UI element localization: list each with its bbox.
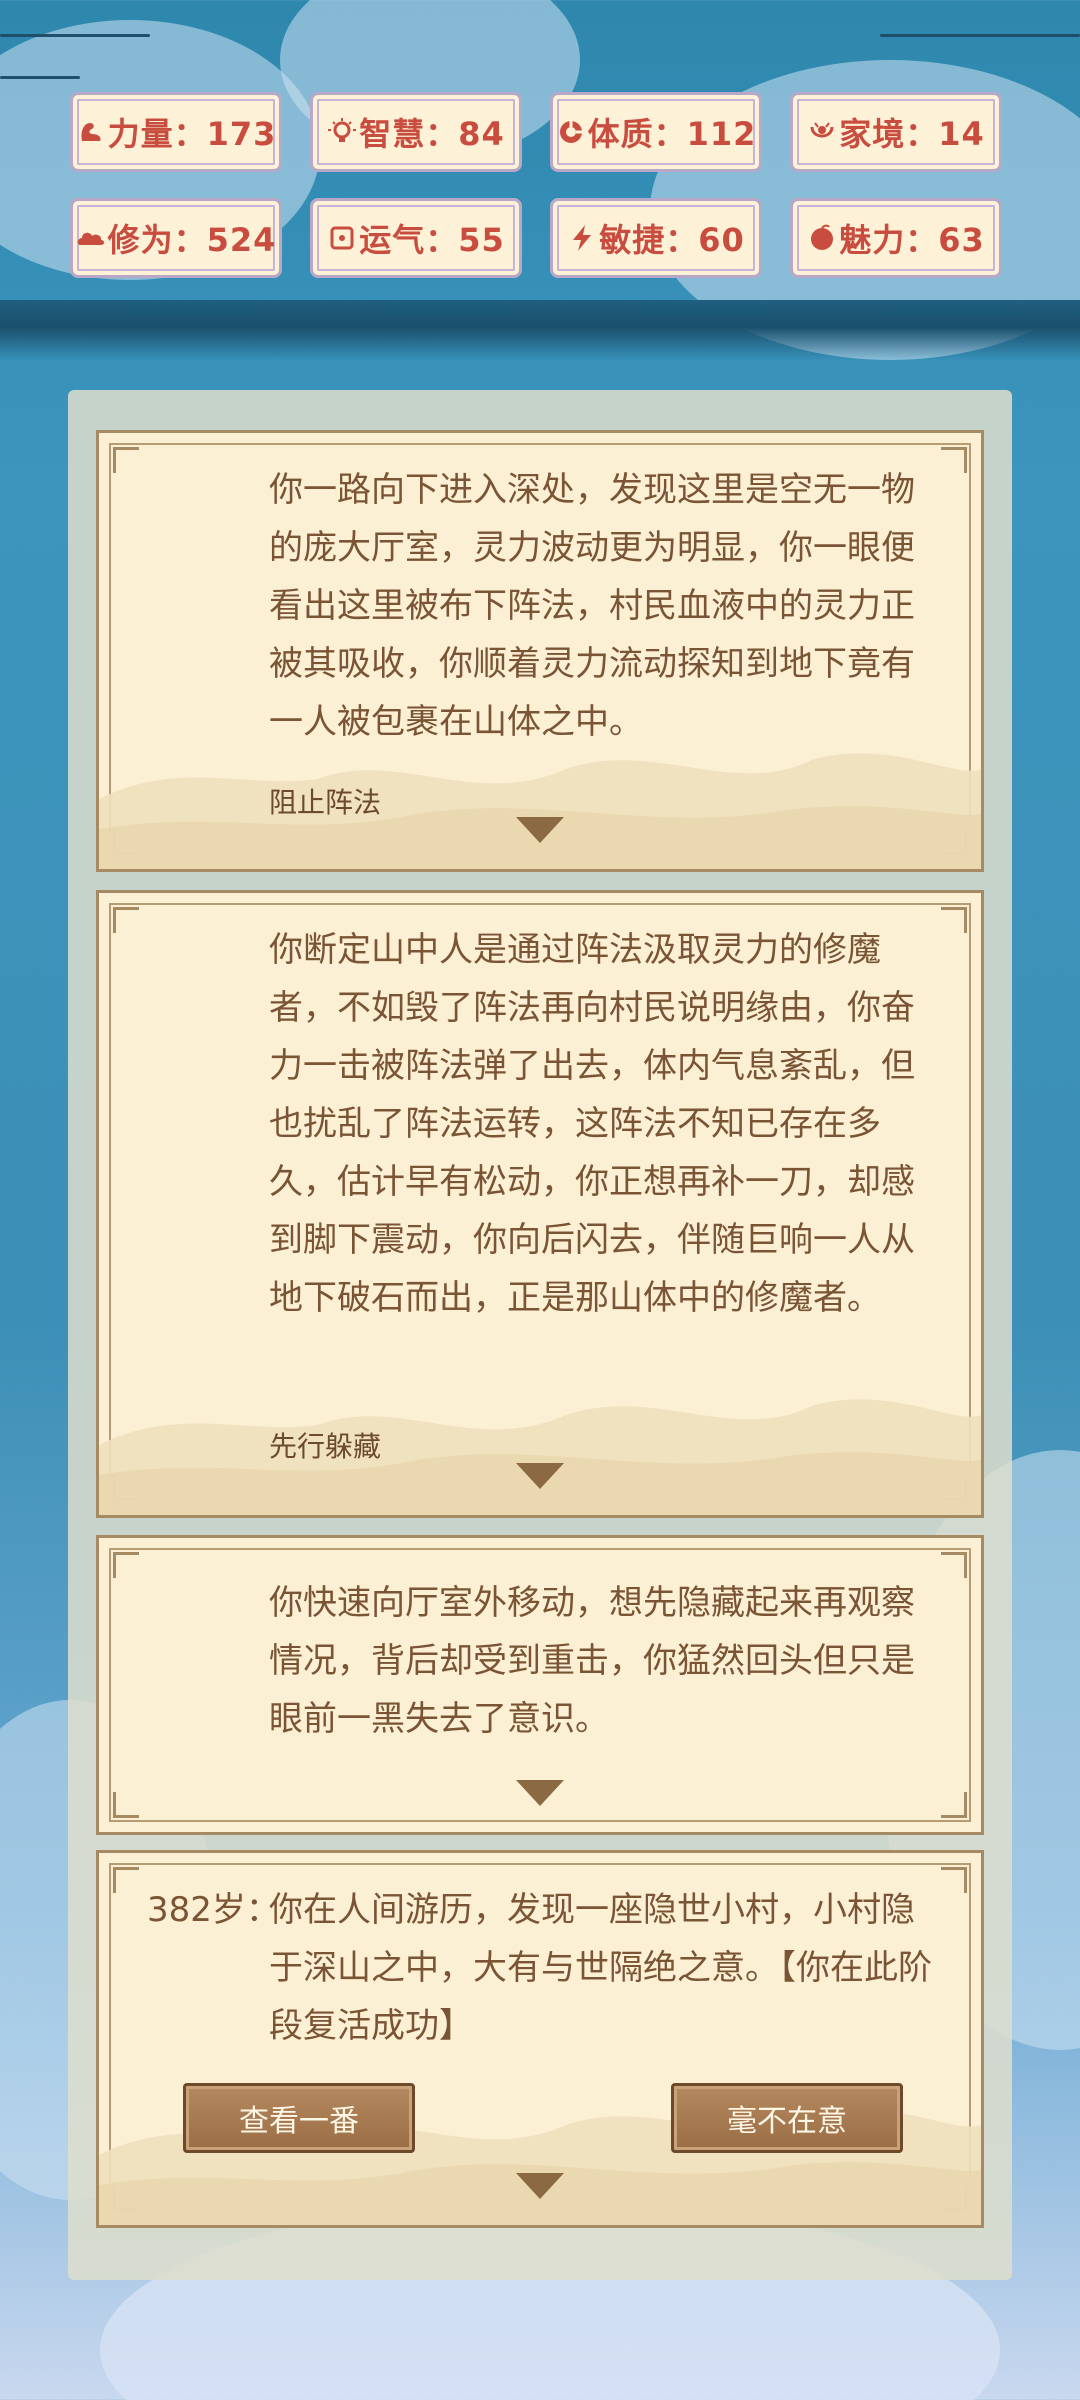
look-around-button[interactable]: 查看一番 (183, 2083, 415, 2153)
ignore-button[interactable]: 毫不在意 (671, 2083, 903, 2153)
event-card: 你一路向下进入深处，发现这里是空无一物的庞大厅室，灵力波动更为明显，你一眼便看出… (96, 430, 984, 872)
stat-agility: 敏捷：60 (550, 198, 762, 278)
mountain-decoration (99, 1399, 981, 1515)
event-card: 你断定山中人是通过阵法汲取灵力的修魔者，不如毁了阵法再向村民说明缘由，你奋力一击… (96, 890, 984, 1518)
family-icon (807, 117, 837, 147)
event-text: 你快速向厅室外移动，想先隐藏起来再观察情况，背后却受到重击，你猛然回头但只是眼前… (269, 1583, 915, 1739)
luck-icon (327, 223, 357, 253)
stat-strength: 力量：173 (70, 92, 282, 172)
event-text: 你断定山中人是通过阵法汲取灵力的修魔者，不如毁了阵法再向村民说明缘由，你奋力一击… (269, 930, 915, 1318)
stat-luck: 运气：55 (310, 198, 522, 278)
chevron-down-icon[interactable] (514, 2171, 566, 2201)
chevron-down-icon[interactable] (514, 1778, 566, 1808)
stat-family: 家境：14 (790, 92, 1002, 172)
stat-wisdom: 智慧：84 (310, 92, 522, 172)
cloud-icon (76, 223, 106, 253)
choice-label: 阻止阵法 (269, 786, 382, 819)
lightning-icon (567, 223, 597, 253)
event-card: 你快速向厅室外移动，想先隐藏起来再观察情况，背后却受到重击，你猛然回头但只是眼前… (96, 1535, 984, 1835)
current-event-card: 382岁： 你在人间游历，发现一座隐世小村，小村隐于深山之中，大有与世隔绝之意。… (96, 1850, 984, 2228)
chevron-down-icon[interactable] (514, 815, 566, 845)
strength-icon (76, 117, 106, 147)
stat-charm: 魅力：63 (790, 198, 1002, 278)
current-event-text: 你在人间游历，发现一座隐世小村，小村隐于深山之中，大有与世隔绝之意。【你在此阶段… (269, 1890, 932, 2046)
stat-cultivation: 修为：524 (70, 198, 282, 278)
constitution-icon (556, 117, 586, 147)
choice-label: 先行躲藏 (269, 1430, 382, 1463)
event-text: 你一路向下进入深处，发现这里是空无一物的庞大厅室，灵力波动更为明显，你一眼便看出… (269, 470, 915, 742)
age-label: 382岁： (147, 1890, 280, 1930)
event-log-panel[interactable]: 你一路向下进入深处，发现这里是空无一物的庞大厅室，灵力波动更为明显，你一眼便看出… (68, 390, 1012, 2280)
charm-icon (807, 223, 837, 253)
stat-constitution: 体质：112 (550, 92, 762, 172)
chevron-down-icon[interactable] (514, 1461, 566, 1491)
bulb-icon (327, 117, 357, 147)
